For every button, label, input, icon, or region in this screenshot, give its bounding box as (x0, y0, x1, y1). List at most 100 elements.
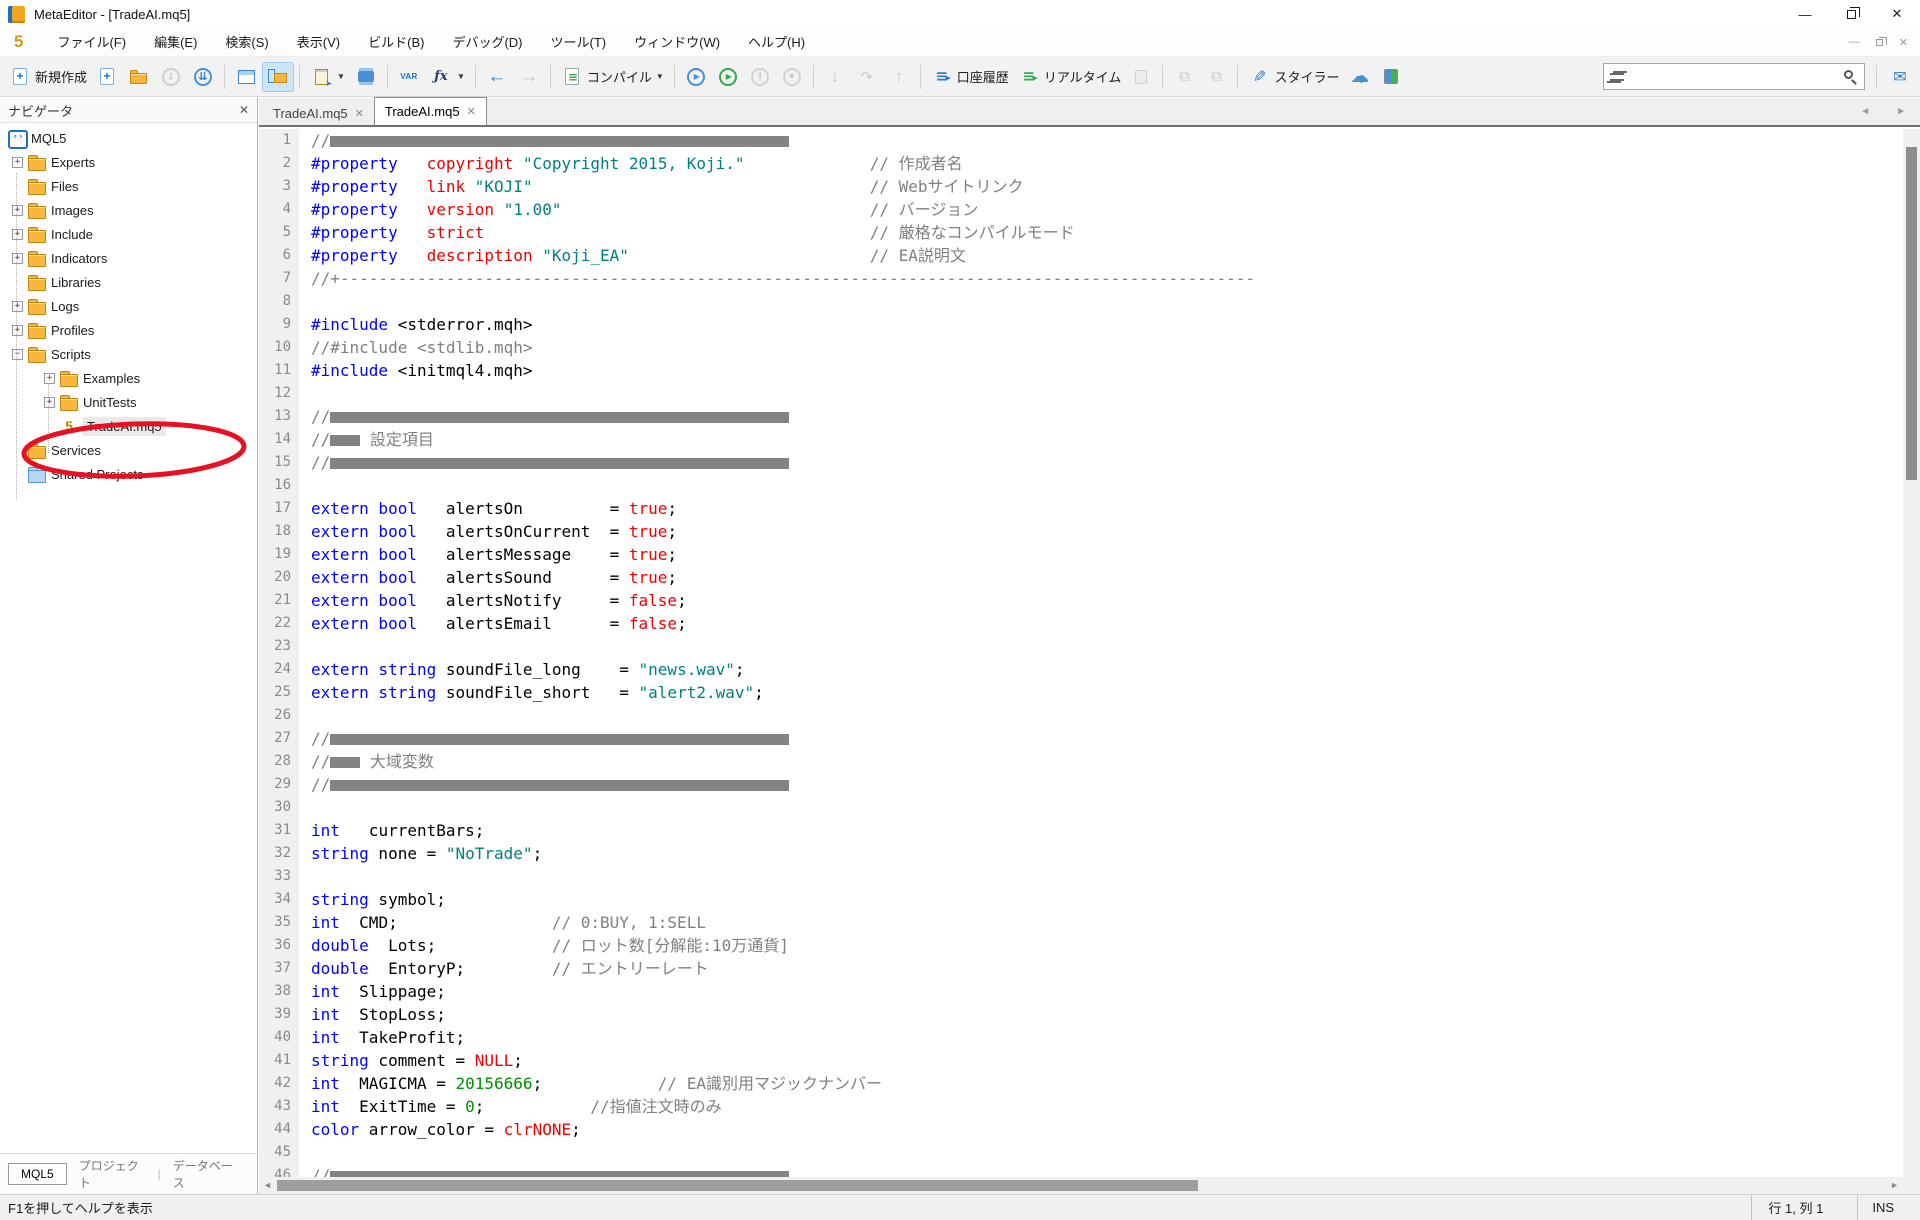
bottom-tab-mql5[interactable]: MQL5 (8, 1163, 67, 1185)
menu-item[interactable]: 検索(S) (211, 31, 282, 54)
code-editor[interactable]: 1//2#property copyright "Copyright 2015,… (259, 129, 1903, 1177)
step-out-button[interactable] (883, 62, 915, 92)
print-button[interactable] (350, 62, 382, 92)
menu-item[interactable]: ツール(T) (537, 31, 621, 54)
navigator-toggle-button[interactable] (262, 62, 294, 92)
open-folder-button[interactable] (123, 62, 155, 92)
editor-tab[interactable]: TradeAI.mq5✕ (263, 101, 374, 125)
expand-plus-icon[interactable]: + (12, 205, 23, 216)
mdi-restore-button[interactable] (1876, 39, 1883, 46)
close-icon[interactable]: ✕ (355, 107, 364, 120)
expand-plus-icon[interactable]: + (12, 229, 23, 240)
paste-button[interactable]: ▼ (305, 62, 350, 92)
tree-item-services[interactable]: Services (0, 438, 257, 462)
new-file-button[interactable] (91, 62, 123, 92)
tree-item-examples[interactable]: +Examples (0, 366, 257, 390)
expand-plus-icon[interactable]: + (12, 301, 23, 312)
storage-cloud-button[interactable] (1343, 62, 1375, 92)
minimize-button[interactable]: — (1782, 0, 1828, 28)
scroll-right-icon[interactable]: ► (1890, 1180, 1899, 1190)
collapse-minus-icon[interactable]: − (12, 349, 23, 360)
variables-button[interactable] (393, 62, 425, 92)
tree-guide-line (16, 173, 17, 499)
step-over-button[interactable] (851, 62, 883, 92)
market-button[interactable] (1375, 62, 1407, 92)
editor-tab[interactable]: TradeAI.mq5✕ (374, 97, 487, 125)
tree-item-tradeai-mq5[interactable]: TradeAI.mq5 (0, 414, 257, 438)
expand-plus-icon[interactable]: + (12, 325, 23, 336)
copy-button[interactable] (1168, 62, 1200, 92)
menu-item[interactable]: ファイル(F) (43, 31, 140, 54)
toolbox-window-button[interactable] (230, 62, 262, 92)
line-number: 20 (259, 566, 299, 589)
tab-scroll-left-icon[interactable]: ◄ (1860, 106, 1870, 117)
realtime-button[interactable]: リアルタイム (1013, 62, 1126, 92)
expand-plus-icon[interactable]: + (44, 397, 55, 408)
insert-function-button[interactable]: ▼ (425, 62, 470, 92)
expand-plus-icon[interactable]: + (12, 157, 23, 168)
bottom-tab-プロジェクト[interactable]: プロジェクト (69, 1154, 156, 1194)
menu-item[interactable]: ビルド(B) (354, 31, 438, 54)
chevron-down-icon[interactable]: ▼ (457, 72, 465, 81)
scrollbar-corner (1903, 1177, 1920, 1194)
tree-item-scripts[interactable]: −Scripts (0, 342, 257, 366)
account-history-button[interactable]: 口座履歴 (926, 62, 1013, 92)
expand-plus-icon[interactable]: + (44, 373, 55, 384)
forward-button[interactable] (513, 62, 545, 92)
profiler-button[interactable] (1125, 62, 1157, 92)
tree-item-shared-projects[interactable]: Shared Projects (0, 462, 257, 486)
save-button[interactable] (155, 62, 187, 92)
menu-item[interactable]: ウィンドウ(W) (620, 31, 734, 54)
tree-item-libraries[interactable]: Libraries (0, 270, 257, 294)
navigator-close-icon[interactable]: ✕ (239, 103, 249, 117)
menu-item[interactable]: 編集(E) (140, 31, 211, 54)
community-icon[interactable] (1888, 65, 1912, 89)
menu-item[interactable]: デバッグ(D) (438, 31, 536, 54)
vertical-scrollbar-thumb[interactable] (1906, 147, 1917, 480)
tree-item-profiles[interactable]: +Profiles (0, 318, 257, 342)
chevron-down-icon[interactable]: ▼ (337, 72, 345, 81)
folder-icon (28, 346, 46, 362)
chevron-down-icon[interactable]: ▼ (656, 72, 664, 81)
tree-guide-line (48, 383, 49, 453)
close-button[interactable]: ✕ (1874, 0, 1920, 28)
tune-icon[interactable] (1609, 69, 1625, 85)
tree-item-files[interactable]: Files (0, 174, 257, 198)
realtime-button-label: リアルタイム (1044, 67, 1122, 86)
search-input[interactable] (1630, 69, 1838, 84)
tree-item-mql5[interactable]: MQL5 (0, 126, 257, 150)
mdi-minimize-button[interactable]: — (1849, 36, 1860, 48)
tree-item-experts[interactable]: +Experts (0, 150, 257, 174)
tab-scroll-right-icon[interactable]: ► (1896, 106, 1906, 117)
scroll-left-icon[interactable]: ◄ (263, 1180, 272, 1190)
styler-button[interactable]: スタイラー (1243, 62, 1343, 92)
storage-download-button[interactable] (187, 62, 219, 92)
menu-item[interactable]: ヘルプ(H) (734, 31, 819, 54)
vertical-scrollbar[interactable] (1903, 129, 1920, 1177)
run-button[interactable] (712, 62, 744, 92)
back-button[interactable] (481, 62, 513, 92)
code-line: 15// (259, 451, 1903, 474)
new-button[interactable]: 新規作成 (4, 62, 91, 92)
restore-button[interactable] (1828, 0, 1874, 28)
tree-item-unittests[interactable]: +UnitTests (0, 390, 257, 414)
debug-start-button[interactable] (680, 62, 712, 92)
expand-plus-icon[interactable]: + (12, 253, 23, 264)
horizontal-scrollbar[interactable]: ◄ ► (259, 1177, 1903, 1194)
horizontal-scrollbar-thumb[interactable] (277, 1180, 1198, 1191)
pause-button[interactable] (744, 62, 776, 92)
close-icon[interactable]: ✕ (467, 105, 476, 118)
tree-item-indicators[interactable]: +Indicators (0, 246, 257, 270)
snippets-button[interactable] (1200, 62, 1232, 92)
tree-item-logs[interactable]: +Logs (0, 294, 257, 318)
tree-item-include[interactable]: +Include (0, 222, 257, 246)
search-icon[interactable] (1843, 69, 1859, 85)
stop-button[interactable] (776, 62, 808, 92)
compile-button[interactable]: コンパイル▼ (556, 62, 669, 92)
bottom-tab-データベース[interactable]: データベース (163, 1154, 249, 1194)
mdi-close-button[interactable]: ✕ (1899, 36, 1908, 49)
menu-item[interactable]: 表示(V) (283, 31, 354, 54)
step-into-button[interactable] (819, 62, 851, 92)
open-folder-icon (127, 65, 151, 89)
tree-item-images[interactable]: +Images (0, 198, 257, 222)
